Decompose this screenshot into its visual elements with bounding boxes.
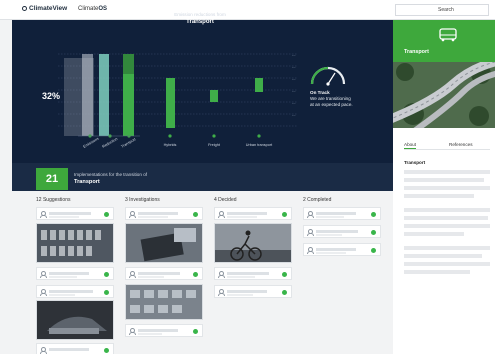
summary-title: Transport xyxy=(74,179,100,185)
svg-text:---: --- xyxy=(292,65,296,69)
column-completed[interactable]: 2 Completed xyxy=(303,197,331,203)
bar-transport-cap xyxy=(123,54,134,74)
investigation-card[interactable] xyxy=(125,267,203,280)
status-text: On Track We are transitioning at an expe… xyxy=(310,90,353,108)
tab-references[interactable]: References xyxy=(449,142,473,147)
text-line xyxy=(404,270,470,274)
right-category-labels: Hybrids Freight Urban transport xyxy=(164,134,273,147)
search-label: Search xyxy=(438,7,454,13)
text-line xyxy=(404,254,482,258)
implementation-count: 21 xyxy=(36,168,68,190)
suggestion-card[interactable] xyxy=(36,285,114,298)
text-line xyxy=(404,178,484,182)
suggestion-image[interactable] xyxy=(36,223,114,263)
app-root: ClimateView ClimateOS Search Emission re… xyxy=(0,0,495,354)
right-axis-labels: --- --- --- --- --- --- xyxy=(292,53,296,117)
progress-percent: 32% xyxy=(42,91,61,101)
investigation-image[interactable] xyxy=(125,284,203,320)
svg-text:---: --- xyxy=(292,53,296,57)
completed-card[interactable] xyxy=(303,207,381,220)
suggestion-image[interactable] xyxy=(36,300,114,340)
text-line xyxy=(404,208,490,212)
bar-hybrids[interactable] xyxy=(166,78,175,128)
investigation-card[interactable] xyxy=(125,324,203,337)
decided-card[interactable] xyxy=(214,285,292,298)
label-emissions: Emissions xyxy=(83,137,100,149)
text-line xyxy=(404,262,490,266)
suggestion-card[interactable] xyxy=(36,267,114,280)
svg-text:---: --- xyxy=(292,89,296,93)
text-line xyxy=(404,186,490,190)
completed-card[interactable] xyxy=(303,225,381,238)
suggestion-card[interactable] xyxy=(36,343,114,354)
decided-card[interactable] xyxy=(214,267,292,280)
status-gauge-icon xyxy=(310,66,346,86)
text-line xyxy=(404,194,474,198)
summary-band xyxy=(12,163,393,191)
decided-image[interactable] xyxy=(214,223,292,263)
investigation-image[interactable] xyxy=(125,223,203,263)
text-line xyxy=(404,224,490,228)
car-icon xyxy=(439,28,457,42)
status-line-2: at an expected pace. xyxy=(310,102,353,107)
detail-header xyxy=(393,20,495,62)
bar-freight[interactable] xyxy=(210,90,218,102)
completed-card[interactable] xyxy=(303,243,381,256)
suggestion-card[interactable] xyxy=(36,207,114,220)
detail-section-title: Transport xyxy=(404,160,426,165)
label-reduction: Reduction xyxy=(102,137,119,149)
summary-subtitle: Implementations for the transition of xyxy=(74,172,148,177)
column-suggestions[interactable]: 12 Suggestions xyxy=(36,197,70,203)
svg-text:---: --- xyxy=(292,101,296,105)
column-decided[interactable]: 4 Decided xyxy=(214,197,237,203)
search-input[interactable]: Search xyxy=(395,4,489,16)
bar-reduction[interactable] xyxy=(99,54,109,136)
tab-divider xyxy=(404,149,490,150)
label-freight: Freight xyxy=(208,143,221,147)
detail-title: Transport xyxy=(404,49,429,55)
svg-text:---: --- xyxy=(292,113,296,117)
status-dot xyxy=(104,212,109,217)
label-urban-transport: Urban transport xyxy=(246,143,273,147)
bar-urban-transport[interactable] xyxy=(255,78,263,92)
text-line xyxy=(404,232,464,236)
user-icon xyxy=(40,211,47,218)
label-hybrids: Hybrids xyxy=(164,143,177,147)
label-transport: Transport xyxy=(121,137,138,149)
highway-image xyxy=(393,62,495,128)
investigation-card[interactable] xyxy=(125,207,203,220)
tab-about[interactable]: About xyxy=(404,142,417,149)
column-investigations[interactable]: 3 Investigations xyxy=(125,197,160,203)
baseline-overlay xyxy=(64,58,94,136)
left-category-labels: Emissions Reduction Transport xyxy=(83,137,138,149)
text-line xyxy=(404,170,490,174)
svg-text:---: --- xyxy=(292,77,296,81)
text-line xyxy=(404,216,488,220)
text-line xyxy=(404,246,490,250)
decided-card[interactable] xyxy=(214,207,292,220)
